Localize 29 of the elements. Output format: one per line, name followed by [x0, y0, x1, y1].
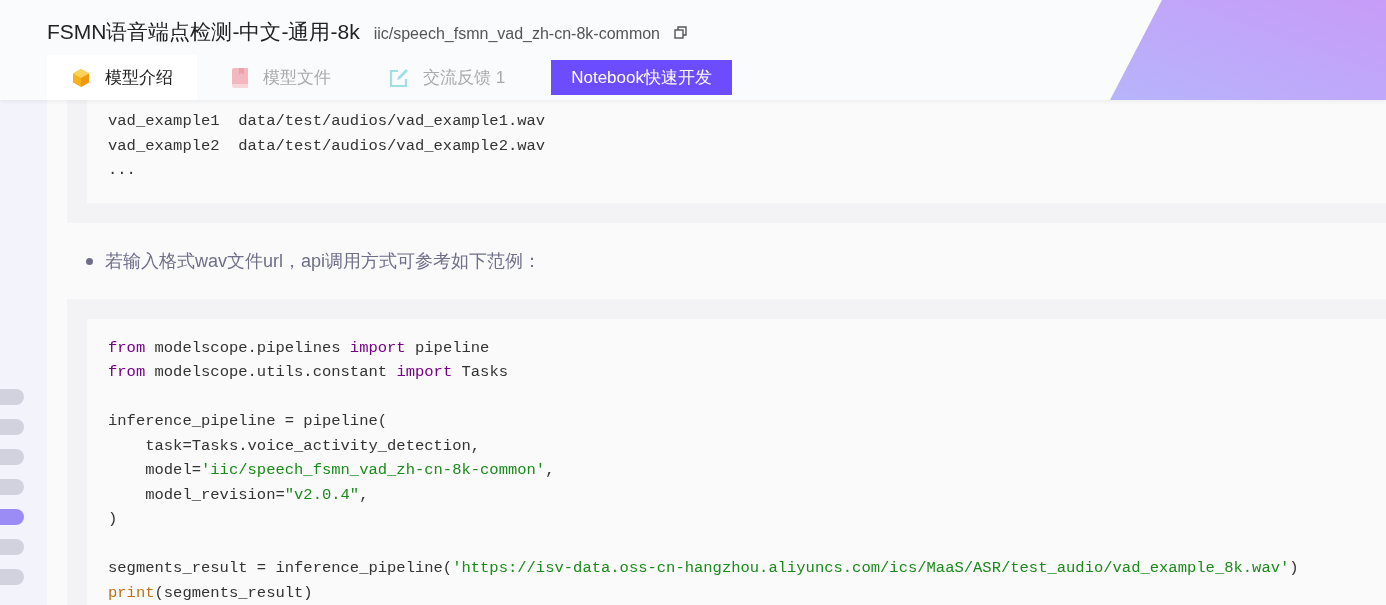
bullet-icon [86, 257, 93, 265]
tab[interactable]: 模型介绍 [47, 55, 197, 100]
section-nav-item[interactable] [0, 389, 24, 405]
code-line: model_revision="v2.0.4", [144, 484, 370, 506]
section-nav-item[interactable] [0, 539, 24, 555]
code-line: segments_result = inference_pipeline('https://isv-data.oss-cn-hangzhou.aliyuncs.com/ics/MaaS/ASR/test_audio/vad_example_8k.wav') [108, 558, 1300, 579]
code-line: vad_example1 data/test/audios/vad_example1.wav [108, 111, 547, 132]
model-id: iic/speech_fsmn_vad_zh-cn-8k-common [373, 24, 660, 44]
notebook-button[interactable]: Notebook快速开发 [551, 59, 732, 96]
section-nav-item[interactable] [0, 569, 24, 585]
code-line: from modelscope.pipelines import pipeline [108, 337, 491, 359]
code-line: inference_pipeline = pipeline( [108, 411, 389, 432]
section-nav-item[interactable] [0, 419, 24, 435]
code-line: ... [108, 160, 137, 181]
copy-icon[interactable] [674, 26, 687, 39]
model-title: FSMN语音端点检测-中文-通用-8k [47, 19, 360, 45]
code-line: vad_example2 data/test/audios/vad_example2.wav [108, 135, 547, 157]
code-line: print(segments_result) [108, 582, 314, 604]
code-line: task=Tasks.voice_activity_detection, [144, 435, 482, 457]
code-line: ) [108, 509, 119, 530]
cube-icon [71, 67, 91, 88]
edit-icon [389, 67, 409, 88]
bullet-text: 若输入格式wav文件url，api调用方式可参考如下范例： [105, 249, 542, 273]
code-line: model='iic/speech_fsmn_vad_zh-cn-8k-common', [144, 460, 556, 481]
section-nav-item[interactable] [0, 509, 24, 525]
section-nav-item[interactable] [0, 449, 24, 465]
code-line: from modelscope.utils.constant import Tasks [108, 362, 509, 383]
section-nav-item[interactable] [0, 479, 24, 495]
book-icon [231, 67, 249, 88]
